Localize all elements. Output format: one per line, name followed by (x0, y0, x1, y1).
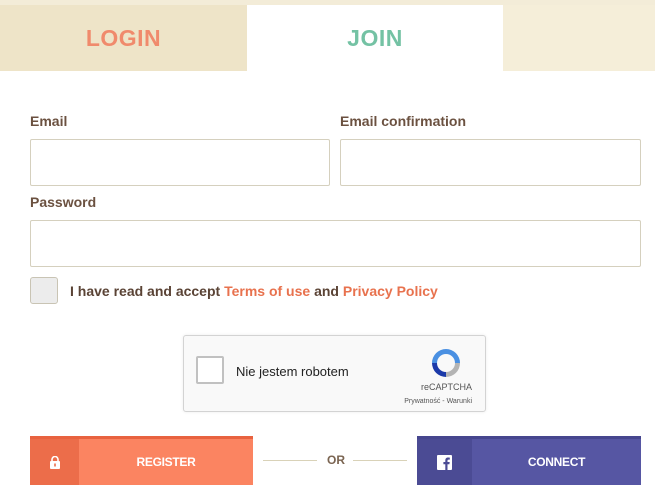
recaptcha-terms-link[interactable]: Prywatność - Warunki (404, 398, 472, 405)
connect-label: CONNECT (527, 455, 586, 469)
lock-icon (30, 439, 79, 485)
password-field[interactable] (30, 220, 641, 267)
email-field[interactable] (30, 139, 330, 186)
or-separator: OR (327, 453, 345, 467)
recaptcha-label: Nie jestem robotem (236, 364, 349, 379)
accept-and: and (310, 283, 343, 299)
or-divider-right (353, 460, 407, 461)
tab-join[interactable]: JOIN (247, 5, 503, 71)
register-label: REGISTER (136, 455, 196, 469)
recaptcha-brand: reCAPTCHA (420, 382, 472, 392)
recaptcha-checkbox[interactable] (196, 356, 224, 384)
accept-terms-checkbox[interactable] (30, 277, 58, 304)
facebook-icon (417, 439, 472, 485)
connect-button[interactable]: CONNECT (417, 436, 641, 485)
recaptcha-widget: Nie jestem robotem reCAPTCHA Prywatność … (183, 335, 486, 412)
recaptcha-logo-icon (432, 349, 460, 377)
terms-of-use-link[interactable]: Terms of use (224, 283, 310, 299)
auth-tabs: LOGIN JOIN (0, 0, 655, 71)
accept-prefix: I have read and accept (70, 283, 225, 299)
tabs-filler (503, 5, 655, 71)
tab-login[interactable]: LOGIN (0, 5, 247, 71)
email-confirmation-label: Email confirmation (340, 113, 467, 129)
password-label: Password (30, 194, 97, 210)
email-confirmation-field[interactable] (340, 139, 641, 186)
or-divider-left (263, 460, 317, 461)
register-button[interactable]: REGISTER (30, 436, 253, 485)
privacy-policy-link[interactable]: Privacy Policy (343, 283, 438, 299)
accept-terms-text: I have read and accept Terms of use and … (70, 283, 438, 299)
email-label: Email (30, 113, 68, 129)
